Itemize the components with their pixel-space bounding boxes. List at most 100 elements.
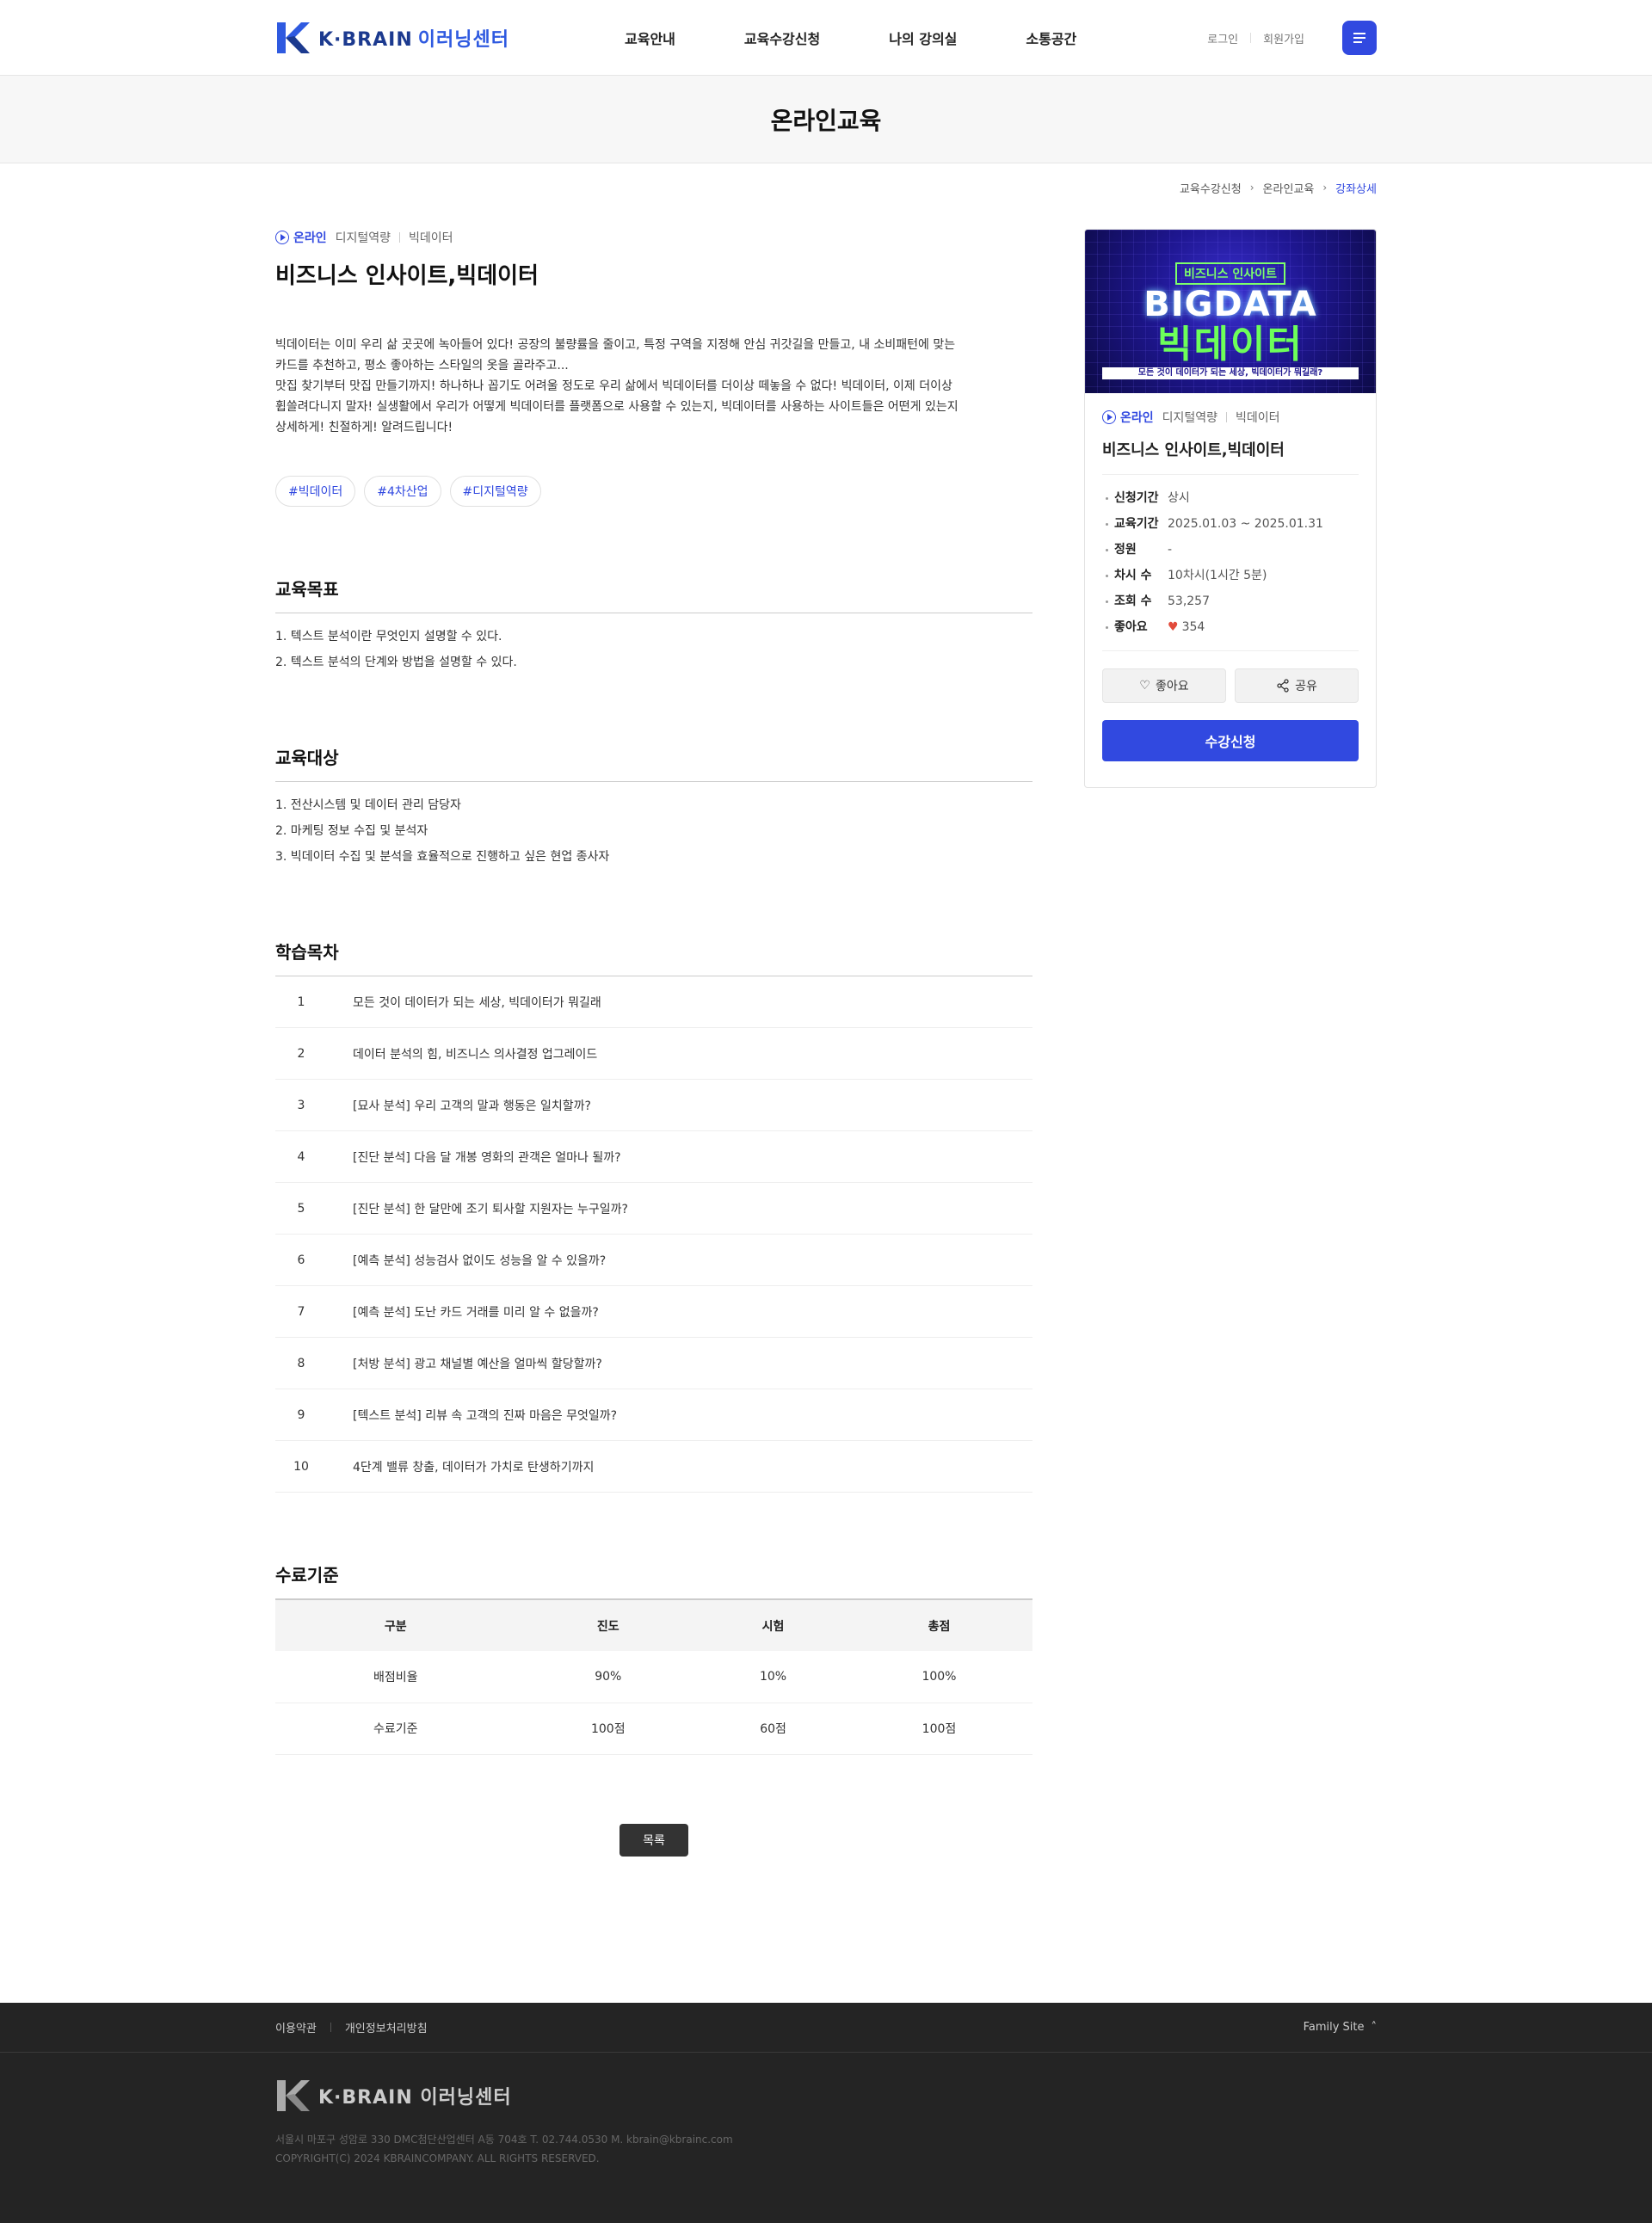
list-item: 1. 전산시스템 및 데이터 관리 담당자 xyxy=(275,798,461,812)
toc-number: 7 xyxy=(297,1304,305,1319)
family-site-label: Family Site xyxy=(1303,2021,1365,2034)
card-course-title: 비즈니스 인사이트,빅데이터 xyxy=(1102,438,1359,475)
course-category: 온라인 디지털역량 빅데이터 xyxy=(1102,409,1359,426)
list-item: 2. 텍스트 분석의 단계와 방법을 설명할 수 있다. xyxy=(275,656,517,669)
signup-link[interactable]: 회원가입 xyxy=(1263,30,1304,46)
info-value: 2025.01.03 ~ 2025.01.31 xyxy=(1168,517,1323,531)
info-label: 좋아요 xyxy=(1102,614,1168,640)
toc-number: 1 xyxy=(297,995,305,1009)
like-count: 354 xyxy=(1181,620,1205,634)
chevron-right-icon: › xyxy=(1249,182,1254,194)
toc-number: 10 xyxy=(293,1459,309,1474)
table-cell: 90% xyxy=(515,1651,701,1703)
like-button[interactable]: ♡ 좋아요 xyxy=(1102,668,1226,703)
util-links: 로그인 회원가입 xyxy=(1207,21,1377,55)
toc-title: 4단계 밸류 창출, 데이터가 가치로 탄생하기까지 xyxy=(353,1460,595,1475)
info-value: 53,257 xyxy=(1168,594,1210,608)
menu-button[interactable] xyxy=(1342,21,1377,55)
toc-title: [진단 분석] 다음 달 개봉 영화의 관객은 얼마나 될까? xyxy=(353,1150,621,1165)
main-nav: 교육안내 교육수강신청 나의 강의실 소통공간 xyxy=(625,28,1076,48)
terms-link[interactable]: 이용약관 xyxy=(275,2019,317,2035)
thumbnail-kicker: 비즈니스 인사이트 xyxy=(1175,262,1285,285)
breadcrumb-current: 강좌상세 xyxy=(1335,182,1377,196)
divider xyxy=(1250,33,1252,43)
course-content: 온라인 디지털역량 빅데이터 비즈니스 인사이트,빅데이터 빅데이터는 이미 우… xyxy=(275,229,1032,1857)
info-row: 좋아요 ♥ 354 xyxy=(1102,614,1359,640)
description-line: 휩쓸려다니지 말자! 실생활에서 우리가 어떻게 빅데이터를 플랫폼으로 사용할… xyxy=(275,400,959,414)
tag[interactable]: #4차산업 xyxy=(364,476,441,507)
thumbnail-korean-title: 빅데이터 xyxy=(1157,323,1304,366)
toc-row: 8 [처방 분석] 광고 채널별 예산을 얼마씩 할당할까? xyxy=(275,1338,1032,1389)
info-row: 차시 수 10차시(1시간 5분) xyxy=(1102,563,1359,588)
course-thumbnail: 비즈니스 인사이트 BIGDATA 빅데이터 모든 것이 데이터가 되는 세상,… xyxy=(1085,230,1376,393)
play-icon xyxy=(1102,410,1116,424)
page-title-band: 온라인교육 xyxy=(0,76,1652,163)
table-cell: 배점비율 xyxy=(275,1651,516,1703)
criteria-section: 수료기준 구분 진도 시험 총점 배점비율 90% 10% 100% 수료기준 … xyxy=(275,1561,1032,1755)
info-label: 조회 수 xyxy=(1102,588,1168,614)
targets-section: 교육대상 1. 전산시스템 및 데이터 관리 담당자 2. 마케팅 정보 수집 … xyxy=(275,744,1032,870)
nav-item-community[interactable]: 소통공간 xyxy=(1026,28,1076,48)
table-header: 시험 xyxy=(700,1598,846,1651)
chevron-right-icon: › xyxy=(1322,182,1328,194)
course-card: 비즈니스 인사이트 BIGDATA 빅데이터 모든 것이 데이터가 되는 세상,… xyxy=(1084,229,1377,788)
online-badge: 온라인 xyxy=(1102,409,1154,426)
toc-number: 6 xyxy=(297,1253,305,1267)
info-value: 10차시(1시간 5분) xyxy=(1168,569,1267,582)
footer-logo-text: K·BRAIN xyxy=(318,2086,413,2109)
toc-number: 3 xyxy=(297,1098,305,1112)
info-label: 정원 xyxy=(1102,537,1168,563)
category-1: 디지털역량 xyxy=(1162,411,1218,425)
divider xyxy=(1226,412,1228,422)
toc-title: [예측 분석] 도난 카드 거래를 미리 알 수 없을까? xyxy=(353,1305,599,1320)
info-label: 차시 수 xyxy=(1102,563,1168,588)
course-description: 빅데이터는 이미 우리 삶 곳곳에 녹아들어 있다! 공장의 불량률을 줄이고,… xyxy=(275,335,1032,438)
toc-number: 9 xyxy=(297,1407,305,1422)
tag[interactable]: #빅데이터 xyxy=(275,476,356,507)
thumbnail-title: BIGDATA xyxy=(1143,285,1317,324)
table-header: 총점 xyxy=(845,1598,1032,1651)
toc-row: 3 [묘사 분석] 우리 고객의 말과 행동은 일치할까? xyxy=(275,1080,1032,1131)
info-row: 신청기간 상시 xyxy=(1102,485,1359,511)
toc-list: 1 모든 것이 데이터가 되는 세상, 빅데이터가 뭐길래 2 데이터 분석의 힘,… xyxy=(275,976,1032,1493)
section-heading: 교육대상 xyxy=(275,744,1032,782)
list-button[interactable]: 목록 xyxy=(620,1823,688,1857)
table-header: 구분 xyxy=(275,1598,516,1651)
criteria-table: 구분 진도 시험 총점 배점비율 90% 10% 100% 수료기준 100점 … xyxy=(275,1598,1032,1755)
site-logo[interactable]: K·BRAIN 이러닝센터 xyxy=(275,21,620,55)
site-header: K·BRAIN 이러닝센터 교육안내 교육수강신청 나의 강의실 소통공간 로그인… xyxy=(0,0,1652,76)
info-row: 조회 수 53,257 xyxy=(1102,588,1359,614)
breadcrumb-item[interactable]: 온라인교육 xyxy=(1263,180,1315,196)
info-row: 정원 - xyxy=(1102,537,1359,563)
toc-number: 4 xyxy=(297,1149,305,1164)
privacy-link[interactable]: 개인정보처리방침 xyxy=(345,2019,428,2035)
share-button[interactable]: 공유 xyxy=(1235,668,1359,703)
course-summary-panel: 비즈니스 인사이트 BIGDATA 빅데이터 모든 것이 데이터가 되는 세상,… xyxy=(1084,229,1377,1857)
toc-row: 1 모든 것이 데이터가 되는 세상, 빅데이터가 뭐길래 xyxy=(275,976,1032,1028)
chevron-up-icon: ˄ xyxy=(1371,2021,1378,2034)
login-link[interactable]: 로그인 xyxy=(1207,30,1238,46)
goals-section: 교육목표 1. 텍스트 분석이란 무엇인지 설명할 수 있다. 2. 텍스트 분… xyxy=(275,576,1032,675)
category-1: 디지털역량 xyxy=(335,231,391,245)
section-heading: 수료기준 xyxy=(275,1565,339,1586)
breadcrumb-item[interactable]: 교육수강신청 xyxy=(1180,180,1242,196)
footer-logo: K·BRAIN 이러닝센터 xyxy=(275,2078,1377,2113)
nav-item-enroll[interactable]: 교육수강신청 xyxy=(744,28,820,48)
table-cell: 60점 xyxy=(700,1703,846,1755)
tag-list: #빅데이터 #4차산업 #디지털역량 xyxy=(275,476,1032,507)
nav-item-education-info[interactable]: 교육안내 xyxy=(625,28,675,48)
table-cell: 100점 xyxy=(515,1703,701,1755)
family-site-dropdown[interactable]: Family Site ˄ xyxy=(1304,2021,1377,2034)
hamburger-icon xyxy=(1353,33,1365,43)
tag[interactable]: #디지털역량 xyxy=(449,476,541,507)
info-label: 교육기간 xyxy=(1102,511,1168,537)
category-2: 빅데이터 xyxy=(1236,411,1280,425)
table-cell: 10% xyxy=(700,1651,846,1703)
toc-row: 2 데이터 분석의 힘, 비즈니스 의사결정 업그레이드 xyxy=(275,1028,1032,1080)
list-item: 1. 텍스트 분석이란 무엇인지 설명할 수 있다. xyxy=(275,630,502,644)
apply-button[interactable]: 수강신청 xyxy=(1102,720,1359,761)
table-row: 수료기준 100점 60점 100점 xyxy=(275,1703,1032,1755)
nav-item-my-classroom[interactable]: 나의 강의실 xyxy=(889,28,957,48)
category-2: 빅데이터 xyxy=(409,231,453,245)
breadcrumb: 교육수강신청 › 온라인교육 › 강좌상세 xyxy=(275,163,1377,212)
